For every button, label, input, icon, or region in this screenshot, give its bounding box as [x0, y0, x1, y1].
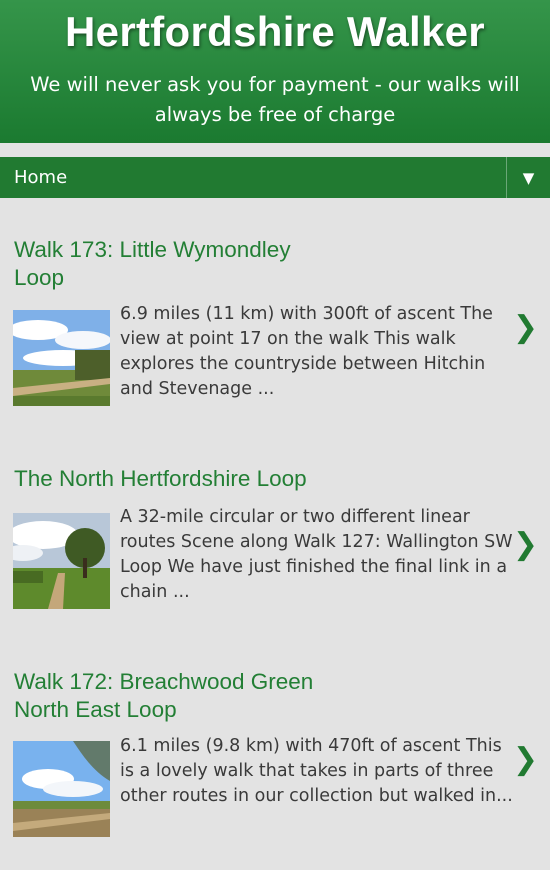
post-title[interactable]: The North Hertfordshire Loop	[14, 465, 494, 493]
post-item: Walk 173: Little Wymondley Loop 6.9 mile…	[0, 236, 550, 416]
post-excerpt: A 32-mile circular or two different line…	[120, 507, 513, 602]
site-tagline: We will never ask you for payment - our …	[30, 73, 520, 126]
menu-toggle-icon[interactable]: ▼	[506, 157, 550, 198]
post-thumbnail[interactable]	[13, 741, 110, 837]
chevron-right-icon[interactable]: ❯	[513, 310, 538, 345]
nav-home-link[interactable]: Home	[14, 167, 67, 188]
site-header: Hertfordshire Walker We will never ask y…	[0, 0, 550, 143]
chevron-right-icon[interactable]: ❯	[513, 527, 538, 562]
post-item: The North Hertfordshire Loop A 32-mile c…	[0, 465, 550, 615]
nav-bar: Home ▼	[0, 157, 550, 198]
post-title[interactable]: Walk 173: Little Wymondley Loop	[14, 236, 314, 292]
site-title[interactable]: Hertfordshire Walker	[0, 0, 550, 56]
chevron-right-icon[interactable]: ❯	[513, 742, 538, 777]
post-excerpt: 6.9 miles (11 km) with 300ft of ascent T…	[120, 304, 493, 399]
post-thumbnail[interactable]	[13, 310, 110, 406]
post-title[interactable]: Walk 172: Breachwood Green North East Lo…	[14, 668, 324, 724]
post-item: Walk 172: Breachwood Green North East Lo…	[0, 668, 550, 848]
post-excerpt: 6.1 miles (9.8 km) with 470ft of ascent …	[120, 736, 513, 806]
post-thumbnail[interactable]	[13, 513, 110, 609]
